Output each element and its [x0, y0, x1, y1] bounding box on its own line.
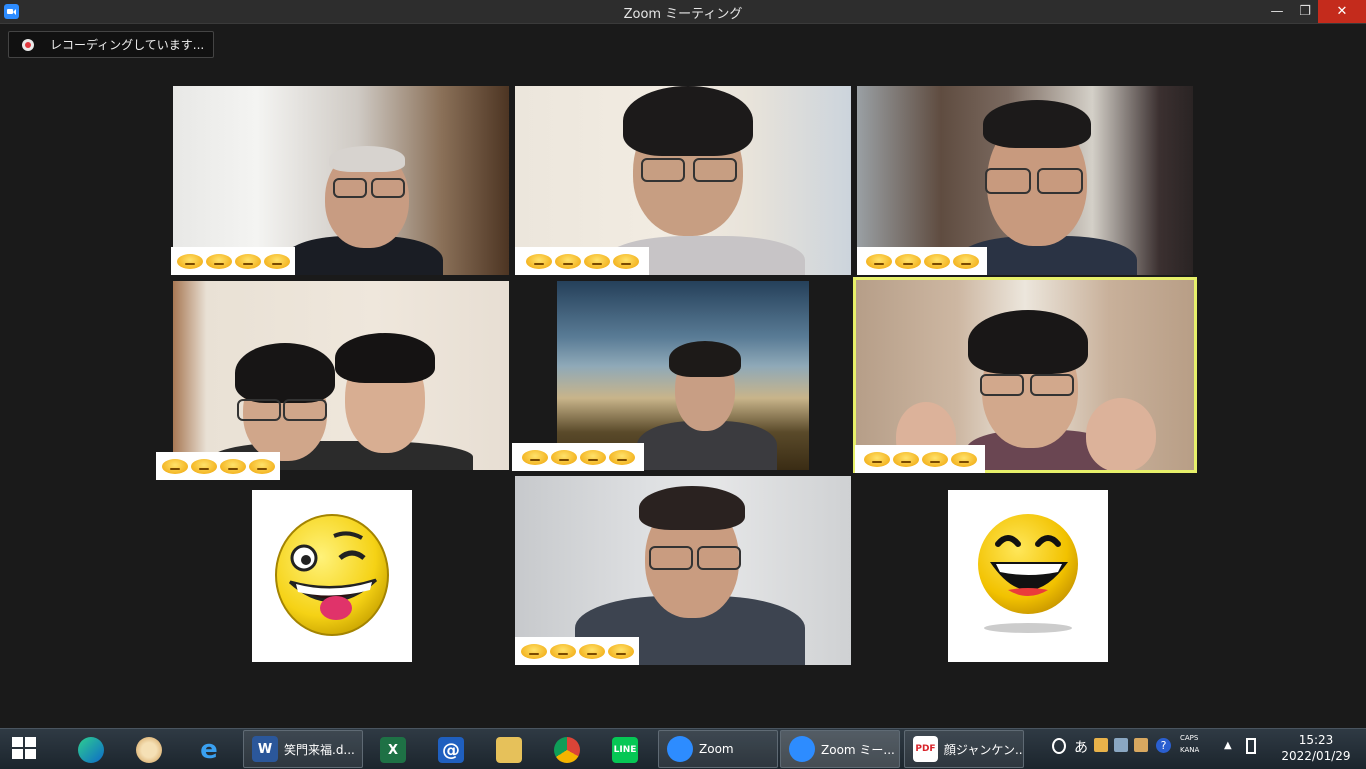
help-icon[interactable]: ?: [1156, 738, 1171, 753]
participant-name-tag: [156, 452, 280, 480]
windows-start-icon[interactable]: [12, 737, 38, 759]
taskbar-zoom-app[interactable]: Zoom: [658, 730, 778, 768]
tray-tools-icon[interactable]: [1114, 738, 1128, 752]
taskbar-clock[interactable]: 15:23 2022/01/29: [1276, 732, 1356, 764]
word-icon: W: [252, 736, 278, 762]
participant-name-tag: [855, 445, 985, 473]
chrome-icon[interactable]: [554, 732, 580, 768]
zoom-icon: [789, 736, 815, 762]
active-speaker-tile[interactable]: [856, 280, 1194, 470]
minimize-button[interactable]: —: [1262, 0, 1292, 23]
mail-icon[interactable]: @: [438, 732, 464, 768]
participant-name-tag: [512, 443, 644, 471]
participant-name-tag: [171, 247, 295, 275]
video-tile-5[interactable]: [557, 281, 809, 470]
recording-label: レコーディングしています...: [50, 38, 205, 52]
clock-time: 15:23: [1298, 733, 1334, 747]
winking-face-icon: [275, 514, 389, 636]
close-button[interactable]: ✕: [1318, 0, 1366, 23]
title-bar: Zoom ミーティング — ❐ ✕: [0, 0, 1366, 24]
window-title: Zoom ミーティング: [623, 7, 743, 22]
file-explorer-icon[interactable]: [496, 732, 522, 768]
taskbar-pdf-document[interactable]: PDF 顔ジャンケン...: [904, 730, 1024, 768]
video-tile-4[interactable]: [173, 281, 509, 470]
participant-name-tag: [515, 247, 649, 275]
pdf-icon: PDF: [913, 736, 938, 762]
internet-explorer-icon[interactable]: e: [196, 732, 222, 768]
participant-name-tag: [515, 637, 639, 665]
tray-package-icon[interactable]: [1134, 738, 1148, 752]
taskbar-zoom-meeting[interactable]: Zoom ミー...: [780, 730, 900, 768]
battery-icon[interactable]: [1246, 738, 1256, 754]
participant-name-tag: [857, 247, 987, 275]
paint-icon[interactable]: [136, 732, 162, 768]
record-icon: [22, 38, 34, 51]
ime-mode-icon[interactable]: [1052, 738, 1066, 754]
excel-icon[interactable]: X: [380, 732, 406, 768]
ime-hiragana-indicator[interactable]: あ: [1074, 737, 1088, 757]
line-icon[interactable]: LINE: [612, 732, 638, 768]
tray-expand-icon[interactable]: ▲: [1224, 740, 1232, 751]
tray-app-icon[interactable]: [1094, 738, 1108, 752]
zoom-icon: [667, 736, 693, 762]
avatar-tile-winking[interactable]: [252, 490, 412, 662]
maximize-button[interactable]: ❐: [1290, 0, 1320, 23]
caps-indicator: CAPS: [1180, 734, 1199, 742]
avatar-tile-laughing[interactable]: [948, 490, 1108, 662]
edge-icon[interactable]: [78, 732, 104, 768]
kana-indicator: KANA: [1180, 746, 1200, 754]
clock-date: 2022/01/29: [1281, 749, 1351, 763]
laughing-face-icon: [978, 514, 1078, 633]
taskbar-word-document[interactable]: W 笑門来福.d...: [243, 730, 363, 768]
recording-indicator[interactable]: レコーディングしています...: [8, 31, 214, 58]
